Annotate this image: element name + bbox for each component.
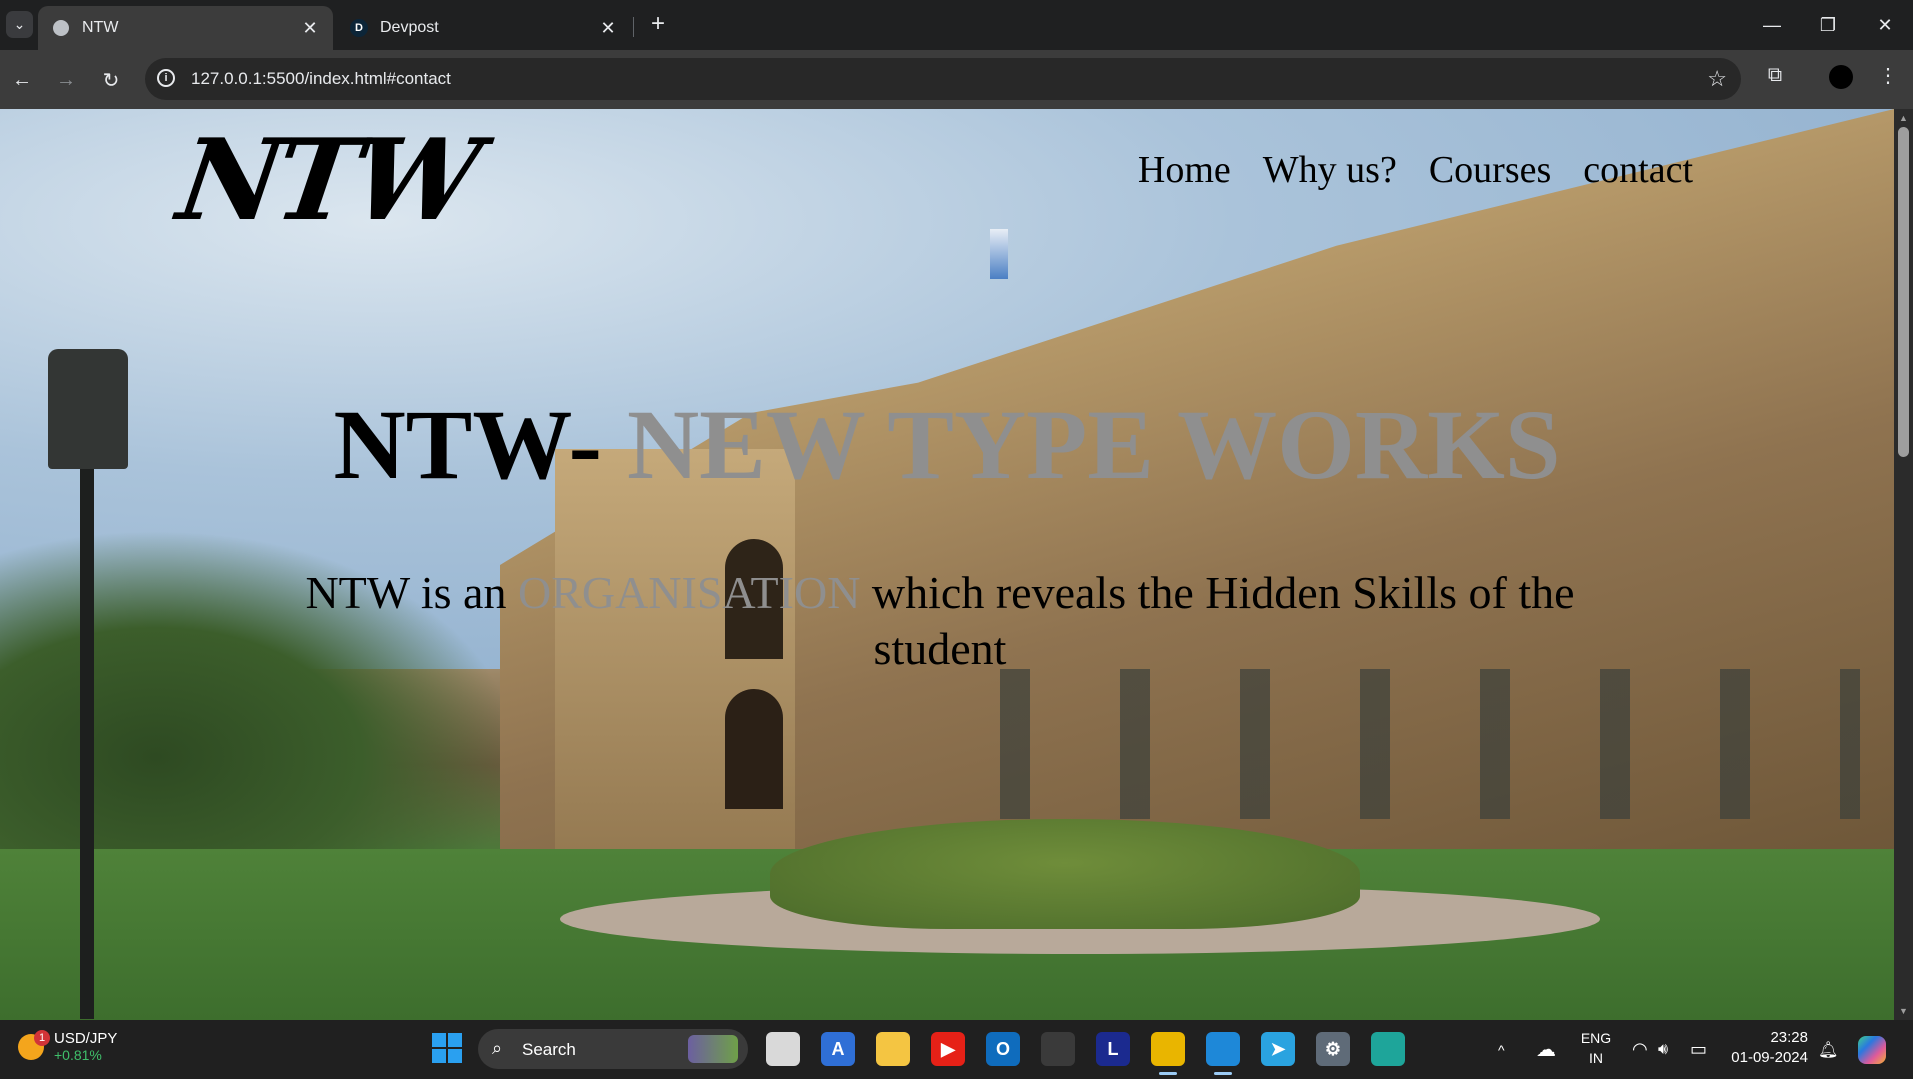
browser-menu-icon[interactable]: ⋮ (1878, 62, 1898, 88)
clock-time: 23:28 (1770, 1029, 1808, 1046)
hero-subtitle-start: NTW is an (305, 567, 507, 618)
region-code: IN (1589, 1050, 1603, 1066)
app-a-icon[interactable]: A (821, 1032, 855, 1066)
back-button[interactable]: ← (7, 65, 37, 95)
app-l-icon[interactable]: L (1096, 1032, 1130, 1066)
language-code: ENG (1580, 1030, 1612, 1046)
edge-icon[interactable] (1371, 1032, 1405, 1066)
running-app-indicator (1214, 1072, 1232, 1075)
tab-title: NTW (82, 19, 119, 36)
new-tab-button[interactable]: + (644, 10, 672, 38)
page-scrollbar[interactable]: ▲ ▼ (1894, 109, 1913, 1020)
youtube-icon[interactable]: ▶ (931, 1032, 965, 1066)
taskbar: 1 USD/JPY +0.81% ⌕ Search A ▶ O L ➤ ⚙ ^ ☁ ENG… (0, 1020, 1913, 1079)
extensions-icon[interactable]: ⧉ (1762, 62, 1788, 88)
clock-date: 01-09-2024 (1731, 1049, 1808, 1066)
close-tab-icon[interactable]: ✕ (299, 17, 321, 39)
tab-search-chevron-icon[interactable]: ⌄ (6, 11, 33, 38)
background-bushes (770, 819, 1360, 929)
background-arch (725, 689, 783, 809)
nav-why-us[interactable]: Why us? (1263, 148, 1397, 192)
background-building-front (555, 449, 795, 909)
volume-icon[interactable]: 🔊︎ (1658, 1020, 1668, 1079)
hero-title-main: NTW- (333, 389, 602, 500)
search-highlight-image (688, 1035, 738, 1063)
language-indicator[interactable]: ENG IN (1576, 1028, 1616, 1068)
tab-devpost[interactable]: D Devpost ✕ (336, 6, 631, 50)
scroll-down-icon[interactable]: ▼ (1898, 1006, 1909, 1016)
outlook-icon[interactable]: O (986, 1032, 1020, 1066)
wifi-icon[interactable]: ◠ (1632, 1020, 1648, 1079)
background-windows (960, 669, 1860, 819)
tab-divider (633, 17, 634, 37)
nav-home[interactable]: Home (1138, 148, 1231, 192)
address-bar[interactable]: i 127.0.0.1:5500/index.html#contact ☆ (145, 58, 1741, 100)
notification-bell-icon[interactable]: 🔔︎ (1818, 1020, 1838, 1079)
globe-icon (52, 19, 70, 37)
hero-subtitle: NTW is an ORGANISATION which reveals the… (240, 565, 1640, 677)
tab-ntw[interactable]: NTW ✕ (38, 6, 333, 50)
show-hidden-icons[interactable]: ^ (1498, 1020, 1505, 1079)
hero-title: NTW- NEW TYPE WORKS (0, 395, 1894, 495)
taskbar-search[interactable]: ⌕ Search (478, 1029, 748, 1069)
minimize-button[interactable]: — (1744, 0, 1800, 50)
reload-button[interactable]: ↻ (96, 65, 126, 95)
file-explorer-icon[interactable] (876, 1032, 910, 1066)
site-info-icon[interactable]: i (157, 69, 175, 87)
vscode-icon[interactable] (1206, 1032, 1240, 1066)
scrollbar-thumb[interactable] (1898, 127, 1909, 457)
forward-button[interactable]: → (51, 65, 81, 95)
main-nav: Home Why us? Courses contact (1138, 148, 1693, 192)
close-window-button[interactable]: ✕ (1857, 0, 1913, 50)
search-icon: ⌕ (492, 1038, 503, 1058)
windows-start-icon[interactable] (432, 1033, 462, 1063)
telegram-icon[interactable]: ➤ (1261, 1032, 1295, 1066)
bookmark-star-icon[interactable]: ☆ (1707, 66, 1727, 92)
task-view-icon[interactable] (766, 1032, 800, 1066)
devpost-icon: D (350, 19, 368, 37)
running-app-indicator (1159, 1072, 1177, 1075)
hero-subtitle-end: which reveals the Hidden Skills of the s… (871, 567, 1575, 674)
ticker-symbol: USD/JPY (54, 1030, 118, 1047)
ticker-change: +0.81% (54, 1047, 102, 1063)
chrome-icon[interactable] (1151, 1032, 1185, 1066)
background-flag (990, 229, 1008, 279)
restore-button[interactable]: ❐ (1800, 0, 1856, 50)
onedrive-icon[interactable]: ☁ (1536, 1020, 1556, 1079)
nav-courses[interactable]: Courses (1429, 148, 1551, 192)
hero-title-accent: NEW TYPE WORKS (626, 389, 1561, 500)
site-logo[interactable]: NTW (171, 115, 483, 246)
browser-tab-bar: ⌄ NTW ✕ D Devpost ✕ + — ❐ ✕ (0, 0, 1913, 50)
profile-avatar[interactable] (1829, 65, 1853, 89)
stock-icon: 1 (18, 1029, 50, 1060)
settings-icon[interactable]: ⚙ (1316, 1032, 1350, 1066)
url-text[interactable]: 127.0.0.1:5500/index.html#contact (191, 69, 451, 89)
battery-icon[interactable]: ▭ (1690, 1020, 1707, 1079)
notification-badge: 1 (34, 1029, 50, 1046)
tab-title: Devpost (380, 19, 439, 36)
search-label: Search (522, 1040, 576, 1059)
browser-toolbar: ← → ↻ i 127.0.0.1:5500/index.html#contac… (0, 50, 1913, 109)
ms-store-icon[interactable] (1041, 1032, 1075, 1066)
scroll-up-icon[interactable]: ▲ (1898, 113, 1909, 123)
clock[interactable]: 23:28 01-09-2024 (1724, 1028, 1808, 1068)
hero-subtitle-accent: ORGANISATION (517, 567, 861, 618)
nav-contact[interactable]: contact (1583, 148, 1693, 192)
stock-widget[interactable]: 1 USD/JPY +0.81% (18, 1029, 118, 1063)
close-tab-icon[interactable]: ✕ (597, 17, 619, 39)
copilot-icon[interactable] (1858, 1020, 1886, 1079)
